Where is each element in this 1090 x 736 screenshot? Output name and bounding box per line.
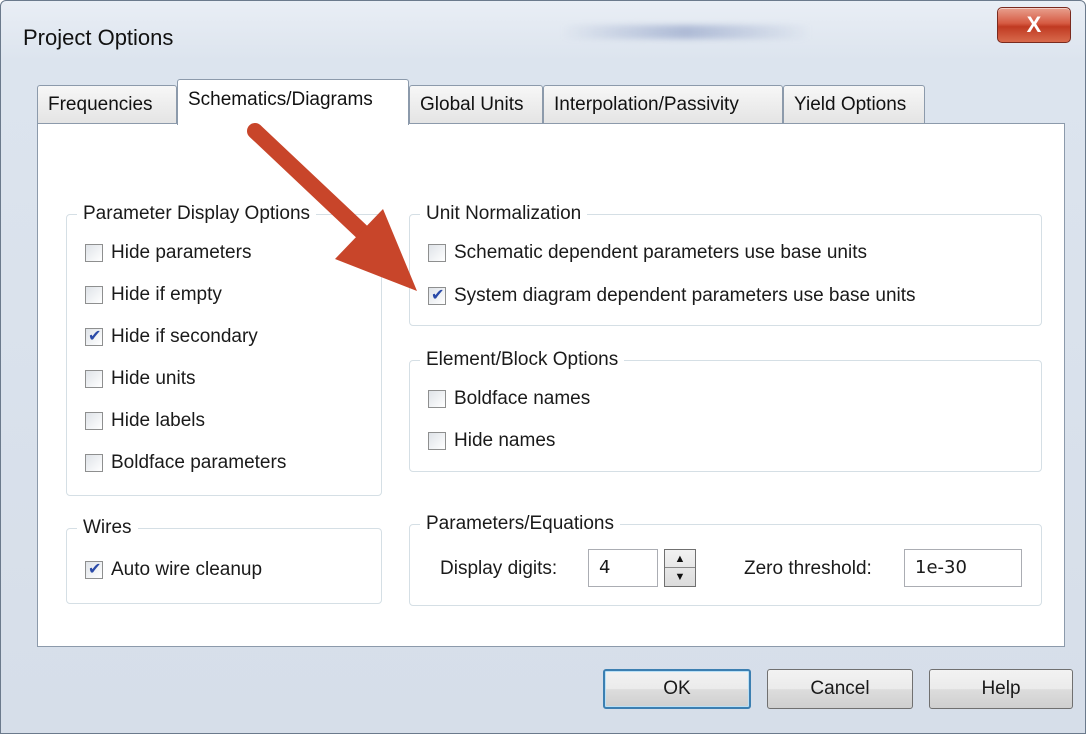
cancel-button[interactable]: Cancel [767, 669, 913, 709]
zero-threshold-label: Zero threshold: [744, 558, 872, 579]
auto-wire-cleanup-checkbox[interactable]: Auto wire cleanup [85, 559, 262, 581]
checkbox-label: Hide units [111, 368, 196, 389]
parameters-equations-title: Parameters/Equations [420, 513, 620, 535]
checkbox-box [85, 370, 103, 388]
parameters-equations-group: Parameters/Equations Display digits: 4 ▲… [409, 513, 1042, 606]
boldface-names-checkbox[interactable]: Boldface names [428, 388, 590, 410]
checkbox-box [85, 286, 103, 304]
blurred-background-text [561, 25, 811, 39]
checkbox-label: Hide if empty [111, 284, 222, 305]
spin-up-icon[interactable]: ▲ [665, 550, 695, 568]
checkbox-box-checked [85, 559, 103, 579]
checkbox-label: Hide labels [111, 410, 205, 431]
display-digits-label: Display digits: [440, 558, 558, 579]
schematics-diagrams-panel: Parameter Display Options Hide parameter… [37, 123, 1065, 647]
ok-button[interactable]: OK [603, 669, 751, 709]
checkbox-label: Hide if secondary [111, 326, 258, 347]
zero-threshold-input[interactable]: 1e-30 [904, 549, 1022, 587]
element-block-options-group: Element/Block Options Boldface names Hid… [409, 349, 1042, 472]
checkbox-box [85, 412, 103, 430]
project-options-dialog: Project Options X Frequencies Schematics… [0, 0, 1086, 734]
dialog-title: Project Options [23, 25, 174, 50]
unit-normalization-title: Unit Normalization [420, 203, 588, 225]
schematic-base-units-checkbox[interactable]: Schematic dependent parameters use base … [428, 242, 867, 264]
checkbox-box [85, 454, 103, 472]
system-diagram-base-units-checkbox[interactable]: System diagram dependent parameters use … [428, 285, 916, 307]
display-digits-input[interactable]: 4 [588, 549, 658, 587]
hide-if-secondary-checkbox[interactable]: Hide if secondary [85, 326, 258, 348]
tab-yield-options[interactable]: Yield Options [783, 85, 925, 123]
checkbox-label: Schematic dependent parameters use base … [454, 242, 867, 263]
hide-parameters-checkbox[interactable]: Hide parameters [85, 242, 251, 264]
checkbox-label: Hide parameters [111, 242, 252, 263]
display-digits-spinner[interactable]: ▲ ▼ [664, 549, 696, 587]
checkbox-label: Auto wire cleanup [111, 559, 263, 580]
checkbox-box [428, 432, 446, 450]
annotation-arrow-icon [247, 123, 417, 291]
checkbox-label: Boldface parameters [111, 452, 287, 473]
boldface-parameters-checkbox[interactable]: Boldface parameters [85, 452, 286, 474]
element-block-options-title: Element/Block Options [420, 349, 625, 371]
hide-if-empty-checkbox[interactable]: Hide if empty [85, 284, 222, 306]
spin-down-icon[interactable]: ▼ [665, 568, 695, 586]
close-icon: X [1026, 12, 1042, 37]
help-button[interactable]: Help [929, 669, 1073, 709]
checkbox-label: Hide names [454, 430, 556, 451]
tab-frequencies[interactable]: Frequencies [37, 85, 177, 123]
checkbox-box [428, 390, 446, 408]
hide-labels-checkbox[interactable]: Hide labels [85, 410, 205, 432]
hide-names-checkbox[interactable]: Hide names [428, 430, 555, 452]
checkbox-box-checked [85, 326, 103, 346]
unit-normalization-group: Unit Normalization Schematic dependent p… [409, 203, 1042, 326]
tab-interpolation-passivity[interactable]: Interpolation/Passivity [543, 85, 783, 123]
checkbox-box [85, 244, 103, 262]
wires-title: Wires [77, 517, 138, 539]
tab-global-units[interactable]: Global Units [409, 85, 543, 123]
checkbox-label: Boldface names [454, 388, 591, 409]
hide-units-checkbox[interactable]: Hide units [85, 368, 196, 390]
checkbox-label: System diagram dependent parameters use … [454, 285, 916, 306]
close-button[interactable]: X [997, 7, 1071, 43]
wires-group: Wires Auto wire cleanup [66, 517, 382, 604]
